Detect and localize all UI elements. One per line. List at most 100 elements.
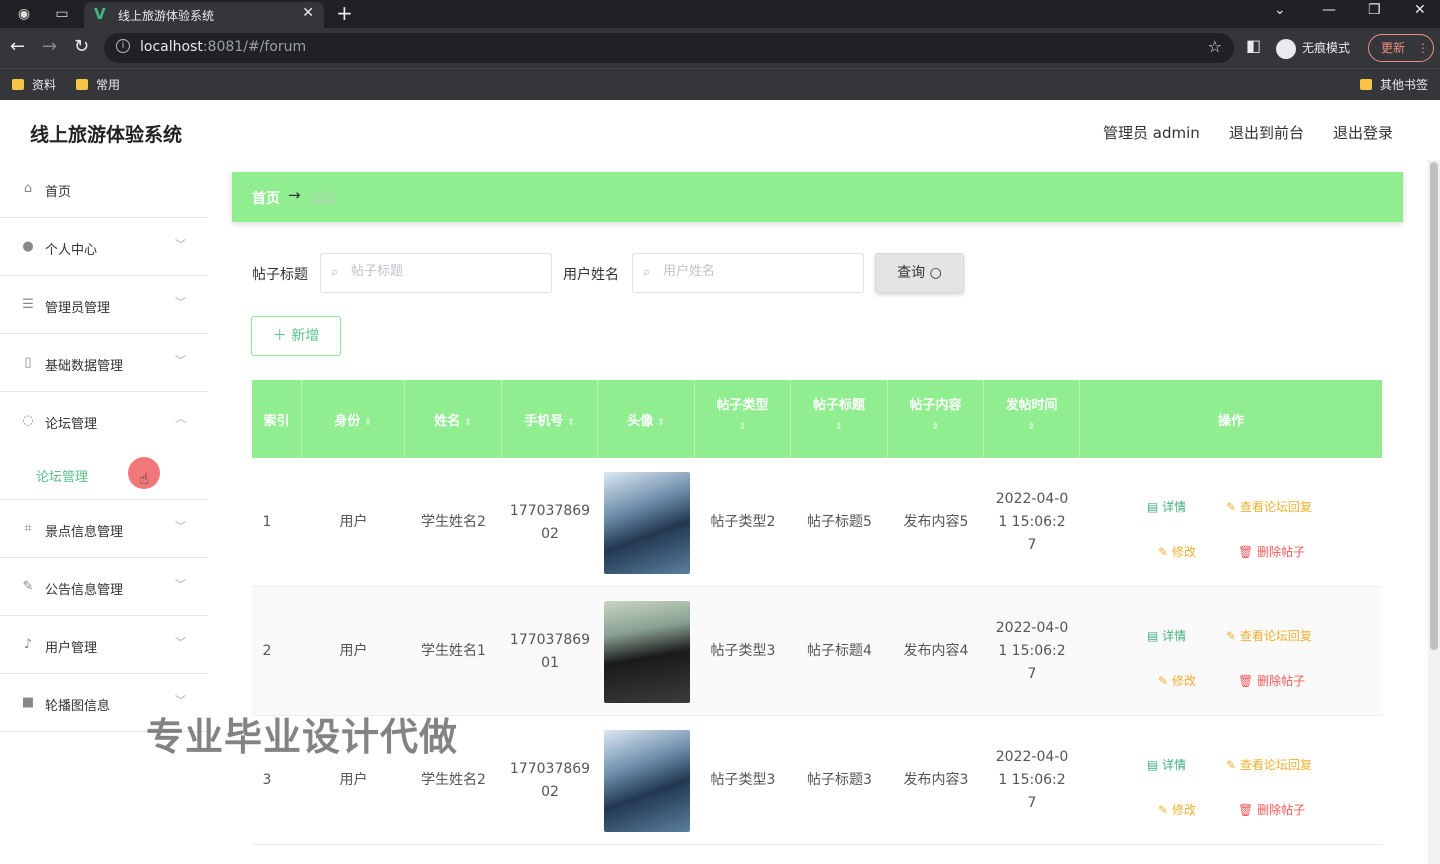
delete-post-button[interactable]: 🗑 删除帖子 [1238,801,1305,818]
delete-post-button[interactable]: 🗑 删除帖子 [1238,543,1305,560]
header-time[interactable]: 发帖时间 ⇕ [984,380,1080,458]
delete-post-label: 删除帖子 [1257,674,1306,688]
page-scrollbar[interactable] [1428,160,1440,864]
update-button[interactable]: 更新 ⋮ [1368,34,1434,62]
detail-button[interactable]: ▤ 详情 [1147,756,1186,773]
sort-icon[interactable]: ⇕ [464,418,472,428]
cell-role: 用户 [339,514,368,530]
browser-tab-active[interactable]: V 线上旅游体验系统 ✕ [84,2,324,28]
reload-icon[interactable]: ↻ [74,36,89,57]
window-icon[interactable]: ▭ [52,4,72,24]
header-label: 帖子内容 [909,398,962,413]
breadcrumb-home[interactable]: 首页 [252,188,280,208]
sidebar-item-users[interactable]: ♪ 用户管理 ﹀ [0,616,208,674]
url-path: :8081/#/forum [202,39,307,55]
title-search-input[interactable] [351,264,541,279]
close-tab-icon[interactable]: ✕ [302,5,314,21]
detail-button[interactable]: ▤ 详情 [1147,627,1186,644]
minimize-icon[interactable]: — [1322,2,1336,18]
header-content[interactable]: 帖子内容 ⇕ [888,380,984,458]
sidebar-item-basedata[interactable]: ▯ 基础数据管理 ﹀ [0,334,208,392]
header-index: 索引 [252,380,302,458]
view-replies-button[interactable]: ✎ 查看论坛回复 [1226,498,1312,515]
crop-icon: ⌗ [24,521,32,536]
edit-button[interactable]: ✎ 修改 [1158,672,1196,689]
url-field[interactable]: i localhost:8081/#/forum ☆ [104,33,1234,63]
sort-icon[interactable]: ⇕ [791,422,887,432]
view-replies-button[interactable]: ✎ 查看论坛回复 [1226,756,1312,773]
user-search-field[interactable]: ⌕ [632,253,864,293]
bookmark-star-icon[interactable]: ☆ [1208,37,1222,56]
close-window-icon[interactable]: ✕ [1414,2,1426,18]
restore-icon[interactable]: ❐ [1368,2,1381,18]
query-button[interactable]: 查询 ○ [875,253,964,293]
header-name[interactable]: 姓名 ⇕ [405,380,502,458]
globe-icon[interactable]: ◉ [14,4,34,24]
sort-icon[interactable]: ⇕ [657,418,665,428]
header-avatar[interactable]: 头像 ⇕ [598,380,695,458]
sidebar-item-notices[interactable]: ✎ 公告信息管理 ﹀ [0,558,208,616]
cell-type: 帖子类型2 [710,514,776,530]
sort-icon[interactable]: ⇕ [567,418,575,428]
logout-link[interactable]: 退出登录 [1333,122,1393,143]
edit-button[interactable]: ✎ 修改 [1158,801,1196,818]
edit-icon: ✎ [1226,629,1240,643]
sidebar-item-attractions[interactable]: ⌗ 景点信息管理 ﹀ [0,500,208,558]
sidebar-item-admins[interactable]: ☰ 管理员管理 ﹀ [0,276,208,334]
chevron-down-icon: ﹀ [175,636,186,649]
chat-icon: ◌ [22,413,34,428]
document-icon: ▤ [1147,758,1163,772]
delete-post-button[interactable]: 🗑 删除帖子 [1238,672,1305,689]
cell-title: 帖子标题3 [807,772,872,788]
incognito-icon [1276,38,1296,59]
detail-label: 详情 [1162,500,1187,514]
document-icon: ▤ [1147,629,1163,643]
user-search-input[interactable] [663,264,853,279]
sidebar-item-label: 轮播图信息 [45,699,111,714]
avatar-image [603,471,690,574]
info-icon[interactable]: i [116,39,130,53]
bookmark-label: 常用 [96,78,121,92]
incognito-indicator[interactable]: 无痕模式 [1276,34,1350,62]
exit-to-front-link[interactable]: 退出到前台 [1229,122,1304,143]
view-replies-button[interactable]: ✎ 查看论坛回复 [1226,627,1312,644]
more-icon: ⋮ [1416,41,1429,55]
sidebar-item-forum[interactable]: ◌ 论坛管理 ︿ 论坛管理 [0,392,208,500]
sort-icon[interactable]: ⇕ [364,418,372,428]
chevron-down-icon[interactable]: ⌄ [1274,2,1286,18]
sidebar-item-label: 管理员管理 [45,301,111,316]
sidebar-subitem-forum[interactable]: 论坛管理 [36,466,88,485]
forward-icon[interactable]: → [42,36,57,57]
other-bookmarks[interactable]: 其他书签 [1360,76,1428,93]
sidebar-item-personal[interactable]: ● 个人中心 ﹀ [0,218,208,276]
bookmark-folder-1[interactable]: 资料 [12,76,56,93]
folder-icon [76,79,88,90]
detail-button[interactable]: ▤ 详情 [1147,498,1186,515]
header-title[interactable]: 帖子标题 ⇕ [791,380,888,458]
header-type[interactable]: 帖子类型 ⇕ [695,380,791,458]
avatar-image [603,729,690,832]
title-search-field[interactable]: ⌕ [320,253,552,293]
header-actions: 操作 [1080,380,1382,458]
bookmark-folder-2[interactable]: 常用 [76,76,120,93]
sidebar-item-label: 景点信息管理 [45,525,124,540]
phone-icon: ▯ [24,355,32,370]
header-phone[interactable]: 手机号 ⇕ [502,380,598,458]
scrollbar-thumb[interactable] [1430,162,1438,650]
new-tab-icon[interactable]: + [336,1,353,25]
cell-time: 2022-04-01 15:06:27 [995,491,1069,553]
header-label: 手机号 [524,414,564,429]
add-button[interactable]: ＋ 新增 [251,316,341,356]
sidebar-item-home[interactable]: ⌂ 首页 [0,160,208,218]
sidepanel-icon[interactable]: ◧ [1246,36,1261,55]
bookmarks-bar: 资料 常用 其他书签 [0,68,1440,100]
sort-icon[interactable]: ⇕ [888,422,983,432]
table-row: 1 用户 学生姓名2 17703786902 帖子类型2 帖子标题5 发布内容5… [252,458,1382,587]
sort-icon[interactable]: ⇕ [984,422,1079,432]
sort-icon[interactable]: ⇕ [695,422,790,432]
back-icon[interactable]: ← [10,36,25,57]
delete-post-label: 删除帖子 [1257,545,1306,559]
mic-icon: ♪ [23,637,33,652]
header-role[interactable]: 身份 ⇕ [302,380,405,458]
edit-button[interactable]: ✎ 修改 [1158,543,1196,560]
